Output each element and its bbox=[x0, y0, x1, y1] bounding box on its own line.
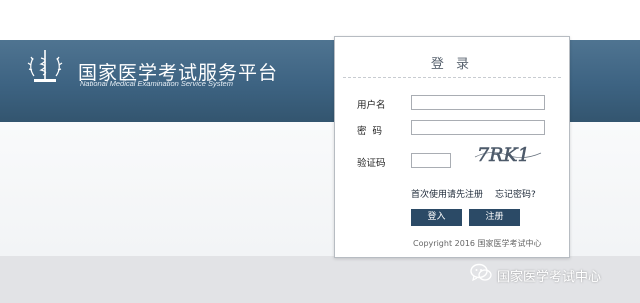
login-panel: 登 录 用户名 密 码 验证码 7RK1 首次使用请先注册 忘记密码? 登入 注… bbox=[334, 36, 570, 258]
forgot-password-link[interactable]: 忘记密码? bbox=[495, 187, 536, 200]
logo-emblem-icon bbox=[24, 46, 66, 88]
register-button[interactable]: 注册 bbox=[469, 209, 520, 226]
login-title: 登 录 bbox=[430, 57, 474, 72]
username-label: 用户名 bbox=[357, 100, 386, 111]
watermark-text: 国家医学考试中心 bbox=[497, 269, 602, 285]
captcha-input[interactable] bbox=[411, 153, 451, 168]
wechat-icon bbox=[470, 263, 492, 287]
watermark: 国家医学考试中心 bbox=[470, 263, 602, 287]
captcha-text: 7RK1 bbox=[477, 144, 530, 166]
top-band bbox=[0, 0, 640, 40]
username-input[interactable] bbox=[411, 95, 545, 110]
captcha-label: 验证码 bbox=[357, 158, 386, 169]
first-use-register-link[interactable]: 首次使用请先注册 bbox=[411, 187, 483, 200]
divider bbox=[343, 77, 561, 78]
password-label: 密 码 bbox=[357, 126, 383, 137]
login-button[interactable]: 登入 bbox=[411, 209, 462, 226]
copyright-text: Copyright 2016 国家医学考试中心 bbox=[413, 239, 542, 248]
captcha-image[interactable]: 7RK1 bbox=[471, 141, 545, 167]
password-input[interactable] bbox=[411, 120, 545, 135]
platform-subtitle: National Medical Examination Service Sys… bbox=[80, 79, 233, 88]
